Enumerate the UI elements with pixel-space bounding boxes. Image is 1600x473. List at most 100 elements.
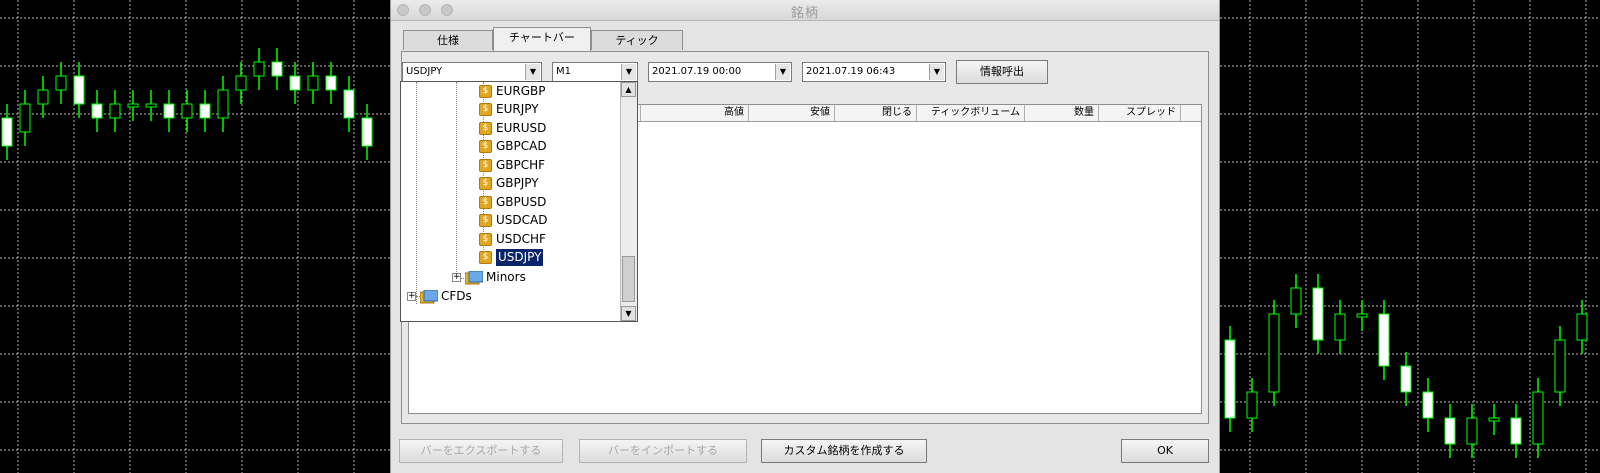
- candle-body: [1532, 391, 1544, 445]
- scroll-up-icon[interactable]: ▲: [621, 82, 636, 97]
- column-high[interactable]: 高値: [641, 105, 749, 121]
- currency-icon: $: [479, 214, 492, 227]
- request-data-button[interactable]: 情報呼出: [956, 60, 1048, 84]
- currency-icon: $: [479, 251, 492, 264]
- candle-body: [55, 75, 67, 91]
- expand-icon[interactable]: +: [452, 273, 461, 282]
- column-close[interactable]: 閉じる: [835, 105, 917, 121]
- chevron-down-icon[interactable]: ▼: [929, 64, 944, 80]
- tab-specification[interactable]: 仕様: [403, 30, 493, 50]
- list-item[interactable]: $ GBPCHF: [479, 157, 545, 174]
- list-item[interactable]: $ EURGBP: [479, 83, 545, 100]
- symbol-label: GBPUSD: [496, 195, 547, 209]
- candle-body: [127, 103, 139, 108]
- currency-icon: $: [479, 233, 492, 246]
- column-volume[interactable]: 数量: [1025, 105, 1099, 121]
- create-custom-symbol-button[interactable]: カスタム銘柄を作成する: [761, 439, 927, 463]
- expand-icon[interactable]: +: [407, 292, 416, 301]
- currency-icon: $: [479, 140, 492, 153]
- import-bars-button[interactable]: バーをインポートする: [579, 439, 747, 463]
- candle-body: [1576, 313, 1588, 341]
- chevron-down-icon[interactable]: ▼: [621, 64, 636, 80]
- folder-icon: [464, 270, 484, 285]
- column-tick-volume[interactable]: ティックボリューム: [917, 105, 1025, 121]
- column-low[interactable]: 安値: [749, 105, 835, 121]
- date-from-field[interactable]: 2021.07.19 00:00 ▼: [648, 62, 792, 82]
- symbol-select[interactable]: USDJPY ▼: [402, 62, 542, 82]
- list-item-selected[interactable]: $ USDJPY: [479, 249, 544, 266]
- symbol-tree-dropdown[interactable]: $ EURGBP $ EURJPY $ EURUSD $ GBPCAD $ GBPCHF …: [400, 81, 638, 322]
- candle-body: [1224, 339, 1236, 419]
- candle-body: [1268, 313, 1280, 393]
- candle-body: [1246, 391, 1258, 419]
- tab-chart-bars[interactable]: チャートバー: [493, 27, 591, 51]
- candle-body: [1356, 313, 1368, 318]
- currency-icon: $: [479, 103, 492, 116]
- tree-folder-minors[interactable]: + Minors: [452, 269, 526, 286]
- tab-ticks[interactable]: ティック: [591, 30, 683, 50]
- candle-body: [19, 103, 31, 133]
- candle-body: [343, 89, 355, 119]
- ok-button[interactable]: OK: [1121, 439, 1209, 463]
- symbol-label: USDCAD: [496, 213, 548, 227]
- candle-body: [1510, 417, 1522, 445]
- date-to-value: 2021.07.19 06:43: [806, 66, 896, 77]
- symbol-label: EURUSD: [496, 121, 547, 135]
- list-item[interactable]: $ USDCHF: [479, 231, 546, 248]
- candle-body: [1334, 313, 1346, 341]
- candle-body: [145, 103, 157, 108]
- tree-folder-cfds[interactable]: + CFDs: [407, 288, 472, 305]
- candle-body: [163, 103, 175, 119]
- candle-body: [1400, 365, 1412, 393]
- symbol-label: EURGBP: [496, 84, 546, 98]
- candle-body: [271, 61, 283, 77]
- symbol-select-value: USDJPY: [406, 66, 443, 77]
- candle-body: [1422, 391, 1434, 419]
- currency-icon: $: [479, 177, 492, 190]
- timeframe-select-value: M1: [556, 66, 571, 77]
- candle-body: [109, 103, 121, 119]
- tree-scrollbar[interactable]: ▲ ▼: [620, 82, 637, 321]
- list-item[interactable]: $ GBPUSD: [479, 194, 546, 211]
- scroll-down-icon[interactable]: ▼: [621, 306, 636, 321]
- chevron-down-icon[interactable]: ▼: [525, 64, 540, 80]
- currency-icon: $: [479, 196, 492, 209]
- symbol-label: EURJPY: [496, 102, 539, 116]
- dialog-titlebar: 銘柄: [391, 0, 1219, 21]
- list-item[interactable]: $ EURJPY: [479, 101, 539, 118]
- timeframe-select[interactable]: M1 ▼: [552, 62, 638, 82]
- export-bars-button[interactable]: バーをエクスポートする: [399, 439, 563, 463]
- candle-body: [91, 103, 103, 119]
- folder-label: Minors: [486, 270, 526, 284]
- candle-body: [361, 117, 373, 147]
- candle-body: [1444, 417, 1456, 445]
- candle-body: [1466, 417, 1478, 445]
- candle-body: [1312, 287, 1324, 341]
- candle-body: [1488, 417, 1500, 422]
- chevron-down-icon[interactable]: ▼: [775, 64, 790, 80]
- list-item[interactable]: $ EURUSD: [479, 120, 546, 137]
- candle-body: [235, 75, 247, 91]
- candle-body: [199, 103, 211, 119]
- candle-body: [325, 75, 337, 91]
- symbol-label: GBPCAD: [496, 139, 547, 153]
- folder-icon: [419, 289, 439, 304]
- date-to-field[interactable]: 2021.07.19 06:43 ▼: [802, 62, 946, 82]
- list-item[interactable]: $ GBPJPY: [479, 175, 539, 192]
- column-spread[interactable]: スプレッド: [1099, 105, 1181, 121]
- currency-icon: $: [479, 122, 492, 135]
- candle-body: [307, 75, 319, 91]
- symbol-label: GBPJPY: [496, 176, 539, 190]
- list-item[interactable]: $ USDCAD: [479, 212, 547, 229]
- folder-label: CFDs: [441, 289, 472, 303]
- scroll-thumb[interactable]: [622, 256, 635, 302]
- candle-body: [181, 103, 193, 119]
- dialog-title: 銘柄: [790, 6, 819, 21]
- candle-body: [73, 75, 85, 105]
- currency-icon: $: [479, 85, 492, 98]
- symbol-label: USDCHF: [496, 232, 546, 246]
- candle-body: [1, 117, 13, 147]
- list-item[interactable]: $ GBPCAD: [479, 138, 547, 155]
- candle-body: [253, 61, 265, 77]
- symbol-label: GBPCHF: [496, 158, 546, 172]
